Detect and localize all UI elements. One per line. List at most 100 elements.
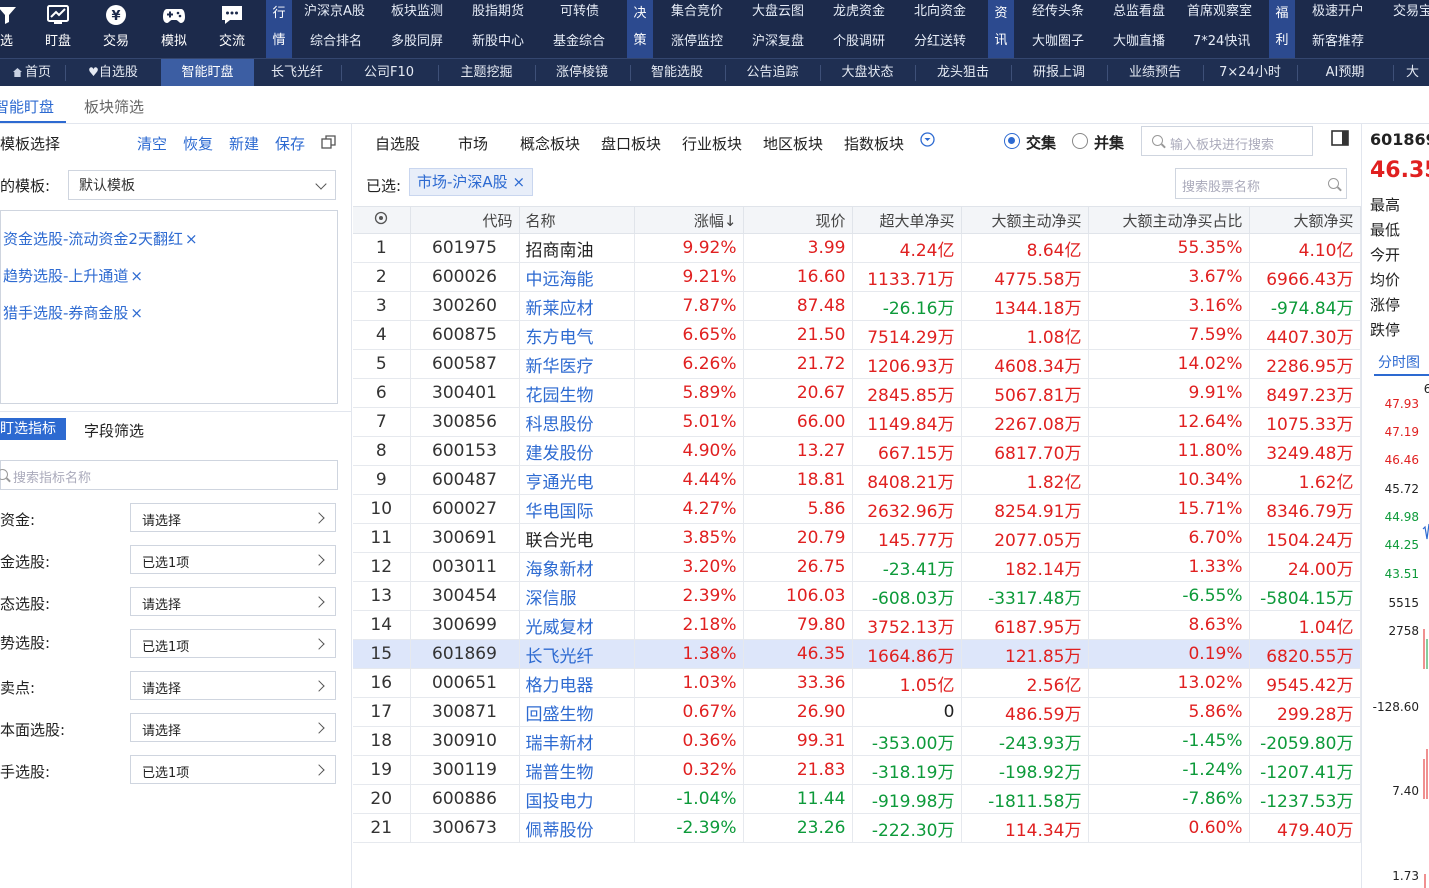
- column-header-code[interactable]: 代码: [410, 206, 520, 234]
- group-news-label[interactable]: 资 讯: [988, 0, 1014, 58]
- subtab-smart-watch[interactable]: 智能盯盘: [0, 96, 54, 117]
- remove-tag-icon[interactable]: ×: [185, 230, 198, 248]
- column-header-settings[interactable]: [353, 206, 411, 234]
- table-row[interactable]: 16 000651 格力电器 1.03% 33.36 1.05亿 2.56亿 13.02% 95…: [353, 668, 1361, 698]
- stock-name[interactable]: 瑞普生物: [519, 755, 635, 785]
- stock-name[interactable]: 格力电器: [519, 668, 635, 698]
- link-expert-circle[interactable]: 大咖圈子: [1032, 30, 1084, 49]
- link-index-futures[interactable]: 股指期货: [472, 0, 524, 19]
- table-row[interactable]: 9 600487 亨通光电 4.44% 18.81 8408.21万 1.82亿 10.34%…: [353, 465, 1361, 495]
- table-row[interactable]: 19 300119 瑞普生物 0.32% 21.83 -318.19万 -198.92万 -1…: [353, 755, 1361, 785]
- stock-name[interactable]: 长飞光纤: [519, 639, 635, 669]
- column-header-price[interactable]: 现价: [743, 206, 853, 234]
- indicator-select[interactable]: 已选1项: [130, 755, 336, 784]
- table-row[interactable]: 5 600587 新华医疗 6.26% 21.72 1206.93万 4608.34万 14.…: [353, 349, 1361, 379]
- table-row[interactable]: 1 601975 招商南油 9.92% 3.99 4.24亿 8.64亿 55.35% 4.10…: [353, 233, 1361, 263]
- nav-tab-f10[interactable]: 公司F10: [342, 59, 436, 86]
- table-row[interactable]: 20 600886 国投电力 -1.04% 11.44 -919.98万 -1811.58万…: [353, 784, 1361, 814]
- nav-tab-home[interactable]: 首页: [0, 59, 64, 86]
- selected-market-chip[interactable]: 市场-沪深A股 ×: [409, 168, 533, 196]
- remove-tag-icon[interactable]: ×: [130, 267, 143, 285]
- stock-search-input[interactable]: 搜索股票名称: [1175, 168, 1347, 199]
- table-row[interactable]: 13 300454 深信服 2.39% 106.03 -608.03万 -3317.48万 -…: [353, 581, 1361, 611]
- tab-field-filter[interactable]: 字段筛选: [84, 420, 144, 441]
- stock-name[interactable]: 新莱应材: [519, 291, 635, 321]
- stock-name[interactable]: 联合光电: [519, 523, 635, 553]
- link-724-news[interactable]: 7*24快讯: [1193, 30, 1250, 49]
- tab-industry[interactable]: 行业板块: [682, 133, 742, 154]
- link-expert-live[interactable]: 大咖直播: [1113, 30, 1165, 49]
- table-row[interactable]: 8 600153 建发股份 4.90% 13.27 667.15万 6817.70万 11.8…: [353, 436, 1361, 466]
- stock-name[interactable]: 建发股份: [519, 436, 635, 466]
- stock-name[interactable]: 瑞丰新材: [519, 726, 635, 756]
- column-header-big-active-ratio[interactable]: 大额主动净买占比: [1088, 206, 1250, 234]
- indicator-search-input[interactable]: 搜索指标名称: [0, 460, 338, 490]
- clear-button[interactable]: 清空: [137, 133, 167, 154]
- tab-region[interactable]: 地区板块: [763, 133, 823, 154]
- subtab-sector-filter[interactable]: 板块筛选: [84, 96, 144, 117]
- group-welfare-label[interactable]: 福 利: [1269, 0, 1295, 58]
- table-row[interactable]: 6 300401 花园生物 5.89% 20.67 2845.85万 5067.81万 9.9…: [353, 378, 1361, 408]
- stock-name[interactable]: 光威复材: [519, 610, 635, 640]
- link-hs-review[interactable]: 沪深复盘: [752, 30, 804, 49]
- radio-intersection[interactable]: [1004, 133, 1020, 149]
- link-stock-research[interactable]: 个股调研: [833, 30, 885, 49]
- group-market-label[interactable]: 行 情: [266, 0, 292, 58]
- link-headlines[interactable]: 经传头条: [1032, 0, 1084, 19]
- panel-toggle-icon[interactable]: [1331, 130, 1349, 146]
- toolbar-sim-button[interactable]: 模拟: [145, 0, 203, 58]
- table-row[interactable]: 17 300871 回盛生物 0.67% 26.90 0 486.59万 5.86% 299.2…: [353, 697, 1361, 727]
- copy-icon[interactable]: [321, 135, 336, 150]
- stock-name[interactable]: 海象新材: [519, 552, 635, 582]
- link-northbound[interactable]: 北向资金: [914, 0, 966, 19]
- stock-name[interactable]: 回盛生物: [519, 697, 635, 727]
- radio-union[interactable]: [1072, 133, 1088, 149]
- tab-market[interactable]: 市场: [458, 133, 488, 154]
- table-row[interactable]: 21 300673 佩蒂股份 -2.39% 23.26 -222.30万 114.34万 0.…: [353, 813, 1361, 843]
- link-hs-a-shares[interactable]: 沪深京A股: [304, 0, 365, 19]
- table-row[interactable]: 7 300856 科思股份 5.01% 66.00 1149.84万 2267.08万 12.…: [353, 407, 1361, 437]
- restore-button[interactable]: 恢复: [183, 133, 213, 154]
- indicator-select[interactable]: 请选择: [130, 671, 336, 700]
- toolbar-watch-button[interactable]: 盯盘: [29, 0, 87, 58]
- tab-watchlist[interactable]: 自选股: [375, 133, 420, 154]
- link-dragon-tiger[interactable]: 龙虎资金: [833, 0, 885, 19]
- new-button[interactable]: 新建: [229, 133, 259, 154]
- stock-name[interactable]: 亨通光电: [519, 465, 635, 495]
- column-header-big-net[interactable]: 大额净买: [1249, 206, 1361, 234]
- nav-tab-announcements[interactable]: 公告追踪: [726, 59, 819, 86]
- board-search-input[interactable]: 输入板块进行搜索: [1141, 126, 1313, 156]
- nav-tab-724[interactable]: 7×24小时: [1204, 59, 1296, 86]
- save-button[interactable]: 保存: [275, 133, 305, 154]
- table-row[interactable]: 12 003011 海象新材 3.20% 26.75 -23.41万 182.14万 1.33…: [353, 552, 1361, 582]
- table-row[interactable]: 14 300699 光威复材 2.18% 79.80 3752.13万 6187.95万 8.…: [353, 610, 1361, 640]
- link-multi-stock[interactable]: 多股同屏: [391, 30, 443, 49]
- nav-tab-theme[interactable]: 主题挖掘: [439, 59, 534, 86]
- link-overall-rank[interactable]: 综合排名: [310, 30, 362, 49]
- nav-tab-research-up[interactable]: 研报上调: [1012, 59, 1106, 86]
- indicator-select[interactable]: 请选择: [130, 713, 336, 742]
- link-fund-overview[interactable]: 基金综合: [553, 30, 605, 49]
- tab-board[interactable]: 盘口板块: [601, 133, 661, 154]
- column-header-change[interactable]: 涨幅↓: [634, 206, 744, 234]
- table-row[interactable]: 3 300260 新莱应材 7.87% 87.48 -26.16万 1344.18万 3.16…: [353, 291, 1361, 321]
- group-decision-label[interactable]: 决 策: [627, 0, 653, 58]
- stock-name[interactable]: 东方电气: [519, 320, 635, 350]
- tab-concept[interactable]: 概念板块: [520, 133, 580, 154]
- dropdown-circle-icon[interactable]: [920, 132, 935, 147]
- nav-tab-earnings[interactable]: 业绩预告: [1108, 59, 1202, 86]
- stock-name[interactable]: 科思股份: [519, 407, 635, 437]
- link-director-view[interactable]: 总监看盘: [1113, 0, 1165, 19]
- indicator-select[interactable]: 请选择: [130, 503, 336, 532]
- stock-name[interactable]: 新华医疗: [519, 349, 635, 379]
- nav-tab-overflow[interactable]: 大: [1406, 59, 1429, 86]
- table-row[interactable]: 18 300910 瑞丰新材 0.36% 99.31 -353.00万 -243.93万 -1…: [353, 726, 1361, 756]
- table-row[interactable]: 4 600875 东方电气 6.65% 21.50 7514.29万 1.08亿 7.59% 4…: [353, 320, 1361, 350]
- nav-tab-smart-pick[interactable]: 智能选股: [631, 59, 723, 86]
- stock-name[interactable]: 华电国际: [519, 494, 635, 524]
- stock-name[interactable]: 中远海能: [519, 262, 635, 292]
- link-dividends[interactable]: 分红送转: [914, 30, 966, 49]
- column-header-name[interactable]: 名称: [519, 206, 635, 234]
- link-chief-room[interactable]: 首席观察室: [1187, 0, 1252, 19]
- link-convertible[interactable]: 可转债: [560, 0, 599, 19]
